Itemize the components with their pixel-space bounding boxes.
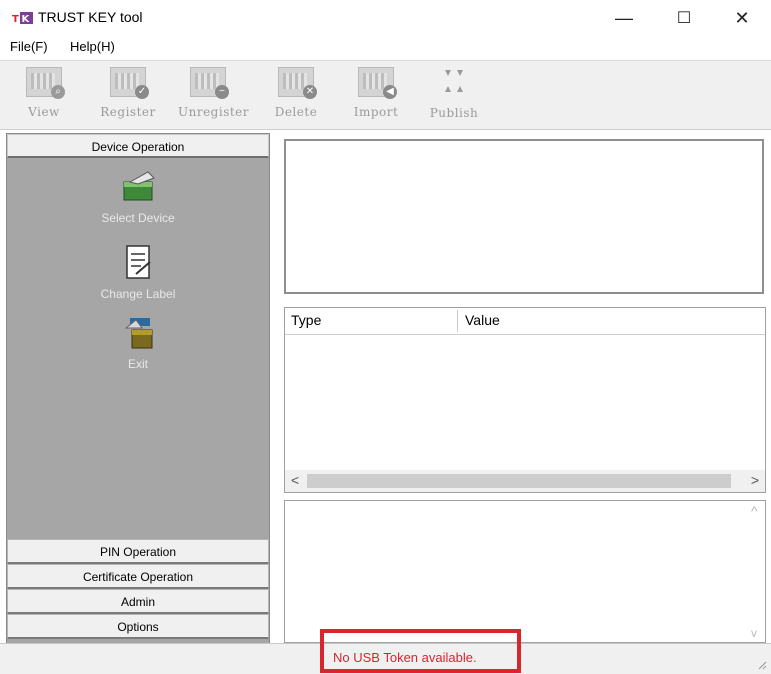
properties-grid: Type Value < > — [284, 307, 766, 493]
view-label: View — [28, 105, 60, 119]
close-button[interactable]: ✕ — [722, 4, 762, 32]
unregister-button[interactable]: − Unregister — [178, 65, 250, 125]
toolbar: ⌕ View ✓ Register − Unregister ✕ Delete … — [0, 60, 771, 130]
change-label-label: Change Label — [100, 287, 176, 301]
scroll-left-icon[interactable]: < — [291, 472, 299, 488]
view-icon: ⌕ — [26, 67, 65, 99]
svg-text:T: T — [12, 14, 19, 25]
status-message: No USB Token available. — [333, 650, 477, 665]
certificate-operation-button[interactable]: Certificate Operation — [7, 564, 269, 589]
grid-header: Type Value — [285, 308, 765, 335]
menu-help[interactable]: Help(H) — [70, 39, 115, 54]
select-device-icon — [123, 171, 155, 201]
unregister-icon: − — [190, 67, 229, 99]
options-button[interactable]: Options — [7, 614, 269, 639]
scroll-up-icon[interactable]: ^ — [751, 503, 758, 519]
column-type[interactable]: Type — [291, 312, 321, 328]
publish-label: Publish — [429, 106, 479, 120]
maximize-button[interactable]: ☐ — [664, 4, 704, 32]
app-logo-icon: T K — [12, 11, 34, 25]
register-icon: ✓ — [110, 67, 149, 99]
device-operation-header[interactable]: Device Operation — [7, 134, 269, 158]
window-title: TRUST KEY tool — [38, 9, 143, 25]
scroll-down-icon[interactable]: v — [751, 626, 757, 640]
admin-button[interactable]: Admin — [7, 589, 269, 614]
delete-icon: ✕ — [278, 67, 317, 99]
pin-operation-button[interactable]: PIN Operation — [7, 539, 269, 564]
delete-label: Delete — [274, 105, 318, 119]
exit-item[interactable]: Exit — [7, 314, 269, 371]
column-divider[interactable] — [457, 310, 458, 332]
import-label: Import — [353, 105, 399, 119]
import-icon: ◀ — [358, 67, 397, 99]
menu-bar: File(F) Help(H) — [0, 36, 771, 58]
horizontal-scrollbar[interactable]: < > — [285, 470, 765, 492]
select-device-item[interactable]: Select Device — [7, 168, 269, 225]
scroll-thumb[interactable] — [307, 474, 731, 488]
delete-button[interactable]: ✕ Delete — [266, 65, 326, 125]
log-box: ^ v — [284, 500, 766, 643]
change-label-item[interactable]: Change Label — [7, 244, 269, 301]
operation-panel: Device Operation Select Device Change La… — [6, 133, 270, 645]
exit-label: Exit — [127, 357, 148, 371]
register-label: Register — [100, 105, 156, 119]
vertical-scrollbar[interactable]: ^ v — [747, 501, 765, 642]
publish-icon — [445, 70, 463, 92]
view-button[interactable]: ⌕ View — [14, 65, 74, 125]
title-bar: T K TRUST KEY tool — ☐ ✕ — [0, 0, 771, 36]
device-info-box — [284, 139, 764, 294]
resize-grip-icon[interactable] — [757, 660, 767, 670]
unregister-label: Unregister — [178, 105, 250, 119]
column-value[interactable]: Value — [465, 312, 500, 328]
exit-icon — [124, 318, 153, 349]
change-label-icon — [126, 245, 151, 279]
svg-text:K: K — [22, 14, 31, 25]
menu-file[interactable]: File(F) — [10, 39, 48, 54]
import-button[interactable]: ◀ Import — [346, 65, 406, 125]
publish-button[interactable]: Publish — [424, 65, 484, 125]
register-button[interactable]: ✓ Register — [98, 65, 158, 125]
scroll-right-icon[interactable]: > — [751, 472, 759, 488]
select-device-label: Select Device — [101, 211, 175, 225]
minimize-button[interactable]: — — [604, 4, 644, 32]
